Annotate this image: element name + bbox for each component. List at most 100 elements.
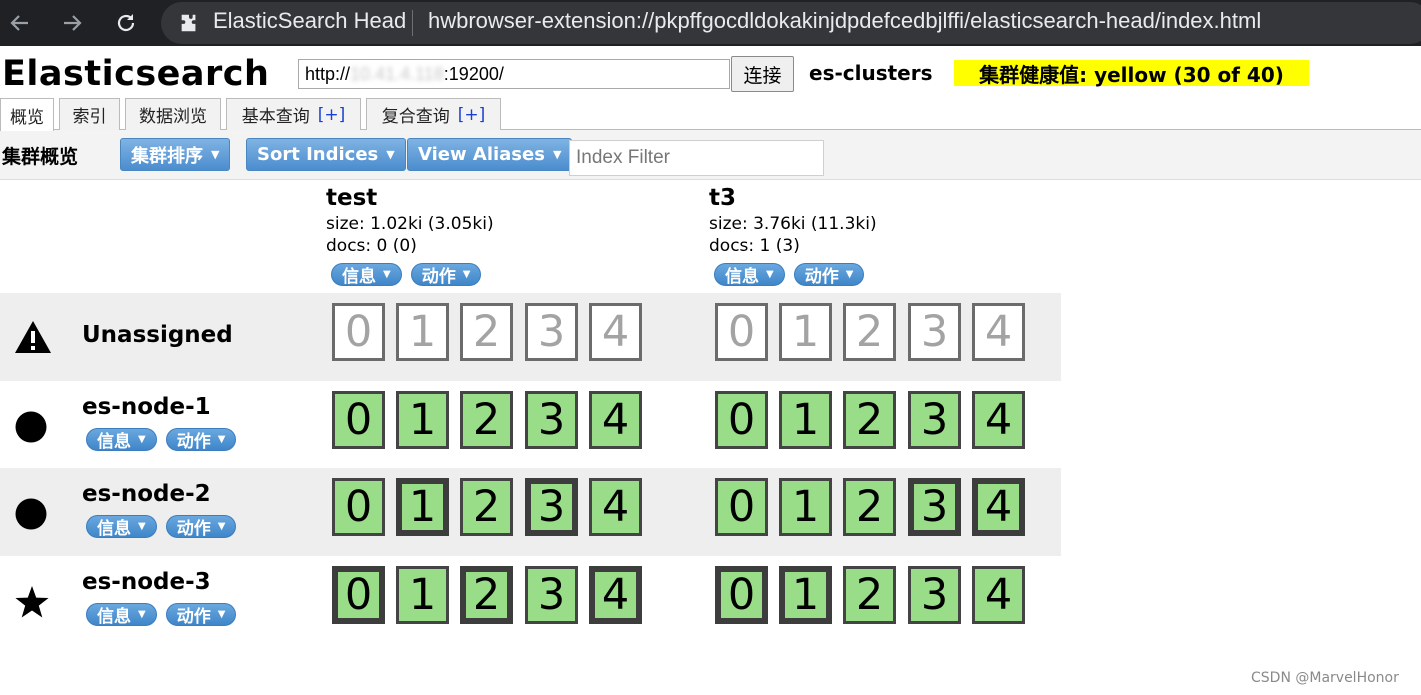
action-menu-button[interactable]: 动作 ▼ bbox=[410, 263, 482, 287]
caret-down-icon: ▼ bbox=[766, 269, 774, 280]
unassigned-shard[interactable]: 3 bbox=[908, 303, 961, 361]
index-docs: docs: 1 (3) bbox=[709, 236, 800, 256]
tab-label: 基本查询 bbox=[241, 107, 310, 127]
node-name: es-node-1 bbox=[82, 394, 211, 420]
action-menu-button[interactable]: 动作 ▼ bbox=[165, 428, 237, 452]
caret-down-icon: ▼ bbox=[217, 434, 226, 445]
tab-basic-query[interactable]: 基本查询 [+] bbox=[226, 98, 361, 130]
unassigned-shard[interactable]: 1 bbox=[779, 303, 832, 361]
unassigned-shard[interactable]: 2 bbox=[460, 303, 513, 361]
primary-shard[interactable]: 4 bbox=[972, 478, 1025, 536]
connection-port: :19200/ bbox=[443, 63, 504, 84]
primary-shard[interactable]: 1 bbox=[396, 478, 449, 536]
index-header: test size: 1.02ki (3.05ki) docs: 0 (0) 信息 ▼ 动… bbox=[326, 183, 494, 287]
button-label: 信息 bbox=[342, 267, 376, 287]
replica-shard[interactable]: 3 bbox=[525, 566, 578, 624]
tab-browser[interactable]: 数据浏览 bbox=[125, 98, 221, 130]
button-label: 信息 bbox=[97, 519, 131, 539]
caret-down-icon: ▼ bbox=[845, 269, 854, 280]
action-menu-button[interactable]: 动作 ▼ bbox=[165, 603, 237, 627]
index-actions: 信息 ▼ 动作 ▼ bbox=[714, 263, 865, 287]
caret-down-icon: ▼ bbox=[138, 609, 146, 620]
info-menu-button[interactable]: 信息 ▼ bbox=[86, 603, 157, 627]
connection-host: 10.41.4.118 bbox=[350, 63, 444, 84]
button-label: 动作 bbox=[176, 519, 211, 539]
tab-label: 复合查询 bbox=[381, 107, 450, 127]
info-menu-button[interactable]: 信息 ▼ bbox=[331, 263, 402, 287]
action-menu-button[interactable]: 动作 ▼ bbox=[165, 515, 237, 539]
tab-overview[interactable]: 概览 bbox=[0, 98, 54, 131]
app-title: Elasticsearch bbox=[2, 54, 270, 94]
unassigned-shard[interactable]: 0 bbox=[332, 303, 385, 361]
replica-shard[interactable]: 1 bbox=[396, 391, 449, 449]
unassigned-shard[interactable]: 4 bbox=[589, 303, 642, 361]
connect-button[interactable]: 连接 bbox=[731, 56, 794, 92]
caret-down-icon: ▼ bbox=[217, 521, 226, 532]
replica-shard[interactable]: 4 bbox=[972, 391, 1025, 449]
index-filter-input[interactable] bbox=[569, 140, 824, 176]
page-title: ElasticSearch Head bbox=[213, 8, 407, 33]
forward-icon bbox=[64, 15, 82, 31]
button-label: Sort Indices bbox=[257, 144, 379, 165]
node-name: es-node-2 bbox=[82, 481, 211, 507]
info-menu-button[interactable]: 信息 ▼ bbox=[714, 263, 785, 287]
node-name: Unassigned bbox=[82, 322, 233, 348]
connection-url-input[interactable]: http://10.41.4.118:19200/ bbox=[298, 59, 730, 89]
sort-indices-button[interactable]: Sort Indices ▼ bbox=[246, 138, 406, 171]
tab-compound-query[interactable]: 复合查询 [+] bbox=[366, 98, 501, 130]
caret-down-icon: ▼ bbox=[138, 521, 146, 532]
primary-shard[interactable]: 0 bbox=[715, 566, 768, 624]
replica-shard[interactable]: 4 bbox=[589, 478, 642, 536]
unassigned-shard[interactable]: 1 bbox=[396, 303, 449, 361]
replica-shard[interactable]: 0 bbox=[332, 478, 385, 536]
replica-shard[interactable]: 2 bbox=[460, 478, 513, 536]
replica-shard[interactable]: 0 bbox=[715, 391, 768, 449]
node-circle-icon bbox=[14, 497, 48, 535]
sort-cluster-button[interactable]: 集群排序 ▼ bbox=[120, 138, 231, 171]
reload-button[interactable] bbox=[106, 0, 146, 46]
replica-shard[interactable]: 2 bbox=[843, 566, 896, 624]
replica-shard[interactable]: 0 bbox=[715, 478, 768, 536]
replica-shard[interactable]: 1 bbox=[779, 391, 832, 449]
forward-button[interactable] bbox=[52, 0, 92, 46]
page-url[interactable]: hwbrowser-extension://pkpffgocdldokakinj… bbox=[428, 8, 1261, 34]
primary-shard[interactable]: 4 bbox=[589, 566, 642, 624]
tab-plus[interactable]: [+] bbox=[318, 105, 346, 125]
info-menu-button[interactable]: 信息 ▼ bbox=[86, 428, 157, 452]
replica-shard[interactable]: 0 bbox=[332, 391, 385, 449]
replica-shard[interactable]: 2 bbox=[460, 391, 513, 449]
unassigned-shard[interactable]: 2 bbox=[843, 303, 896, 361]
unassigned-shard[interactable]: 0 bbox=[715, 303, 768, 361]
button-label: 动作 bbox=[176, 607, 211, 627]
node-name: es-node-3 bbox=[82, 569, 211, 595]
back-button[interactable] bbox=[0, 0, 40, 46]
replica-shard[interactable]: 4 bbox=[972, 566, 1025, 624]
replica-shard[interactable]: 1 bbox=[779, 478, 832, 536]
replica-shard[interactable]: 4 bbox=[589, 391, 642, 449]
replica-shard[interactable]: 3 bbox=[908, 391, 961, 449]
info-menu-button[interactable]: 信息 ▼ bbox=[86, 515, 157, 539]
primary-shard[interactable]: 0 bbox=[332, 566, 385, 624]
unassigned-shard[interactable]: 3 bbox=[525, 303, 578, 361]
replica-shard[interactable]: 3 bbox=[908, 566, 961, 624]
caret-down-icon: ▼ bbox=[386, 148, 395, 161]
primary-shard[interactable]: 3 bbox=[525, 478, 578, 536]
master-star-icon bbox=[14, 585, 50, 623]
index-actions: 信息 ▼ 动作 ▼ bbox=[331, 263, 482, 287]
button-label: 集群排序 bbox=[131, 145, 203, 167]
unassigned-shard[interactable]: 4 bbox=[972, 303, 1025, 361]
index-size: size: 3.76ki (11.3ki) bbox=[709, 214, 877, 234]
view-aliases-button[interactable]: View Aliases ▼ bbox=[407, 138, 573, 171]
replica-shard[interactable]: 2 bbox=[843, 478, 896, 536]
replica-shard[interactable]: 2 bbox=[843, 391, 896, 449]
primary-shard[interactable]: 1 bbox=[779, 566, 832, 624]
action-menu-button[interactable]: 动作 ▼ bbox=[793, 263, 865, 287]
replica-shard[interactable]: 1 bbox=[396, 566, 449, 624]
tab-plus[interactable]: [+] bbox=[458, 105, 486, 125]
replica-shard[interactable]: 3 bbox=[525, 391, 578, 449]
button-label: 信息 bbox=[725, 267, 759, 287]
primary-shard[interactable]: 3 bbox=[908, 478, 961, 536]
tab-indices[interactable]: 索引 bbox=[59, 98, 120, 130]
primary-shard[interactable]: 2 bbox=[460, 566, 513, 624]
index-size: size: 1.02ki (3.05ki) bbox=[326, 214, 494, 234]
